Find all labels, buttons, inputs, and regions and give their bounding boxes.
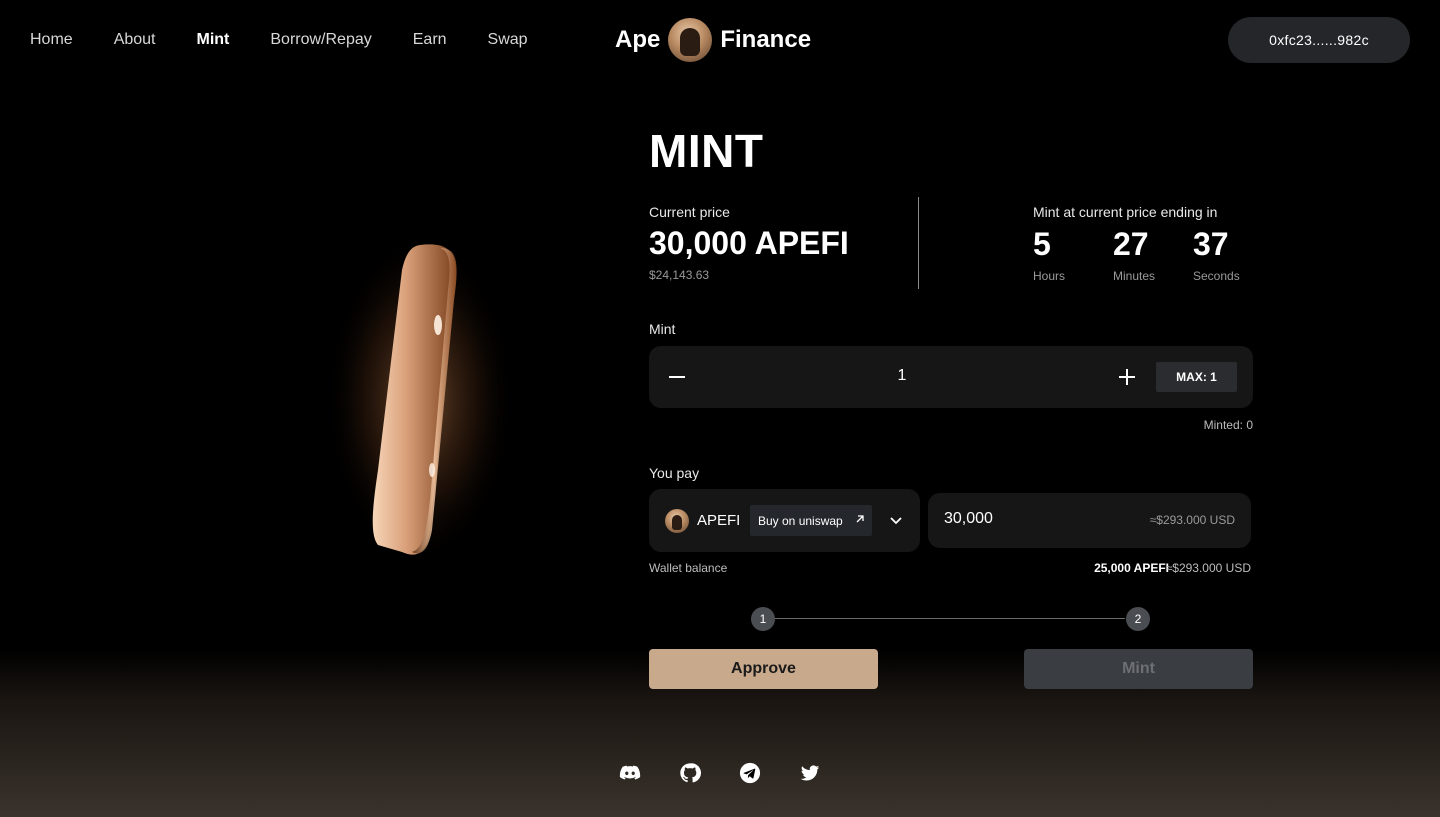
countdown-seconds: 37 Seconds	[1193, 225, 1240, 283]
plus-icon[interactable]	[1117, 367, 1137, 387]
pay-amount-usd: ≈$293.000 USD	[1149, 513, 1235, 527]
divider	[918, 197, 919, 289]
minus-icon[interactable]	[667, 367, 687, 387]
github-icon[interactable]	[679, 762, 701, 784]
mint-button[interactable]: Mint	[1024, 649, 1253, 689]
countdown-minutes-unit: Minutes	[1113, 269, 1156, 283]
uniswap-button-label: Buy on uniswap	[758, 513, 843, 528]
discord-icon[interactable]	[619, 762, 641, 784]
step-indicator-2: 2	[1126, 607, 1150, 631]
step-progress-line	[775, 618, 1125, 619]
main-nav: Home About Mint Borrow/Repay Earn Swap	[30, 30, 528, 50]
ape-avatar-icon	[668, 18, 713, 62]
wallet-balance-label: Wallet balance	[649, 561, 728, 575]
step-indicator-1: 1	[751, 607, 775, 631]
nav-mint[interactable]: Mint	[197, 30, 230, 50]
logo-word-ape: Ape	[615, 26, 661, 53]
max-button[interactable]: MAX: 1	[1156, 362, 1237, 392]
token-name: APEFI	[697, 512, 741, 529]
twitter-icon[interactable]	[799, 762, 821, 784]
current-price-label: Current price	[649, 204, 730, 220]
minted-count: Minted: 0	[1203, 418, 1253, 432]
mint-quantity-label: Mint	[649, 321, 676, 337]
countdown-minutes-value: 27	[1113, 226, 1149, 262]
page-title: MINT	[649, 125, 764, 177]
nav-borrow-repay[interactable]: Borrow/Repay	[270, 30, 371, 50]
countdown-hours: 5 Hours	[1033, 225, 1065, 283]
current-price-usd: $24,143.63	[649, 268, 710, 282]
wallet-balance-usd: ≈$293.000 USD	[1165, 561, 1251, 575]
nav-swap[interactable]: Swap	[488, 30, 528, 50]
wallet-balance-value: 25,000 APEFI	[1094, 561, 1169, 575]
approve-button[interactable]: Approve	[649, 649, 878, 689]
token-selector[interactable]: APEFI Buy on uniswap	[649, 489, 920, 552]
pay-amount-field[interactable]: ≈$293.000 USD	[928, 493, 1251, 548]
logo-word-finance: Finance	[720, 26, 812, 53]
countdown-seconds-unit: Seconds	[1193, 269, 1240, 283]
countdown-seconds-value: 37	[1193, 226, 1229, 262]
countdown-hours-value: 5	[1033, 226, 1051, 262]
pay-amount-input[interactable]	[944, 510, 1124, 528]
countdown-label: Mint at current price ending in	[1033, 204, 1218, 220]
countdown-minutes: 27 Minutes	[1113, 225, 1155, 283]
logo[interactable]: Ape Finance	[615, 17, 811, 63]
buy-on-uniswap-button[interactable]: Buy on uniswap	[750, 505, 872, 536]
external-link-icon	[856, 515, 864, 523]
apefi-token-icon	[665, 509, 689, 533]
nav-earn[interactable]: Earn	[413, 30, 447, 50]
telegram-icon[interactable]	[739, 762, 761, 784]
countdown-hours-unit: Hours	[1033, 269, 1066, 283]
chevron-down-icon[interactable]	[887, 511, 905, 529]
coin-illustration	[325, 235, 515, 565]
quantity-value[interactable]: 1	[849, 367, 955, 385]
wallet-address-button[interactable]: 0xfc23......982c	[1228, 17, 1410, 63]
nav-about[interactable]: About	[114, 30, 156, 50]
you-pay-label: You pay	[649, 465, 700, 481]
nav-home[interactable]: Home	[30, 30, 73, 50]
quantity-stepper: 1 MAX: 1	[649, 346, 1253, 408]
current-price-value: 30,000 APEFI	[649, 225, 849, 261]
